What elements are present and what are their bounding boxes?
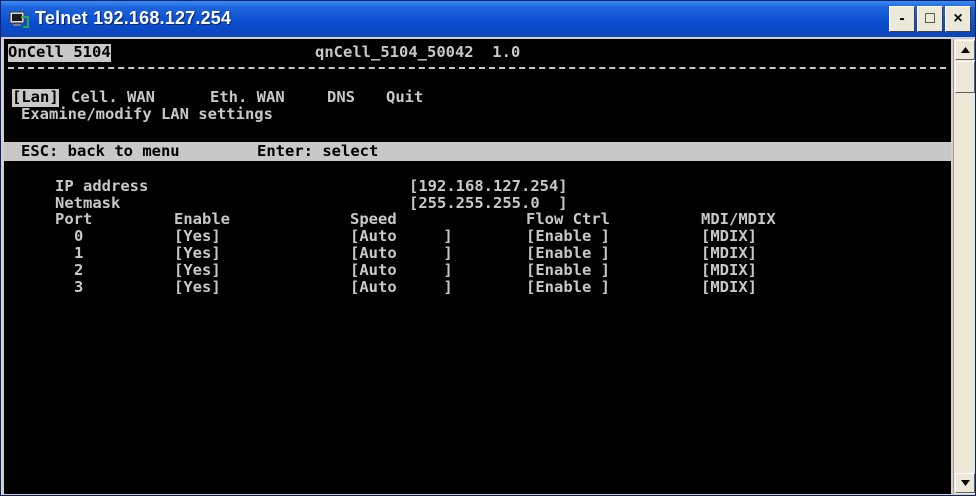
port-number: 2 [74,261,84,279]
telnet-app-icon [9,11,29,28]
menu-item-lan[interactable]: [Lan] [12,88,59,107]
port-flow-ctrl-field[interactable]: [Enable ] [526,244,610,263]
port-flow-ctrl-field[interactable]: [Enable ] [526,227,610,246]
port-number: 3 [74,278,84,296]
col-header-flow-ctrl: Flow Ctrl [526,210,610,228]
col-header-enable: Enable [174,210,230,228]
terminal-screen[interactable]: OnCell 5104 qnCell_5104_50042 1.0 [Lan] … [4,39,951,494]
port-number: 1 [74,244,84,262]
menu-item-dns[interactable]: DNS [327,88,355,107]
title-bar[interactable]: Telnet 192.168.127.254 - □ × [1,1,975,37]
port-enable-field[interactable]: [Yes] [174,278,221,297]
port-enable-field[interactable]: [Yes] [174,244,221,263]
key-hint-bar: ESC: back to menu Enter: select [4,142,951,161]
port-mdi-field[interactable]: [MDIX] [701,261,757,280]
vertical-scrollbar[interactable] [953,39,975,494]
scroll-up-button[interactable] [955,40,975,60]
menu-item-eth-wan[interactable]: Eth. WAN [210,88,285,107]
port-enable-field[interactable]: [Yes] [174,227,221,246]
port-flow-ctrl-field[interactable]: [Enable ] [526,278,610,297]
col-header-speed: Speed [350,210,397,228]
arrow-up-icon [960,47,970,53]
telnet-window: Telnet 192.168.127.254 - □ × OnCell 5104… [0,0,976,496]
close-button[interactable]: × [945,6,971,32]
port-mdi-field[interactable]: [MDIX] [701,244,757,263]
window-title: Telnet 192.168.127.254 [35,8,232,28]
port-number: 0 [74,227,84,245]
port-mdi-field[interactable]: [MDIX] [701,227,757,246]
menu-item-cell-wan[interactable]: Cell. WAN [71,88,155,107]
port-flow-ctrl-field[interactable]: [Enable ] [526,261,610,280]
menu-item-quit[interactable]: Quit [386,88,423,107]
col-header-port: Port [55,210,93,228]
maximize-button[interactable]: □ [917,6,943,32]
window-controls: - □ × [889,6,971,32]
ip-address-label: IP address [55,177,149,195]
esc-hint: ESC: back to menu [21,142,180,160]
device-name: OnCell 5104 [8,43,111,62]
port-speed-field[interactable]: [Auto ] [350,227,453,246]
col-header-mdi-mdix: MDI/MDIX [701,210,776,228]
minimize-button[interactable]: - [889,6,915,32]
port-enable-field[interactable]: [Yes] [174,261,221,280]
port-speed-field[interactable]: [Auto ] [350,278,453,297]
scroll-down-button[interactable] [955,473,975,493]
menu-description: Examine/modify LAN settings [21,105,273,123]
device-model-line: qnCell_5104_50042 1.0 [315,43,521,61]
scroll-thumb[interactable] [955,61,975,93]
header-divider [8,67,946,69]
port-speed-field[interactable]: [Auto ] [350,261,453,280]
arrow-down-icon [960,480,970,486]
port-mdi-field[interactable]: [MDIX] [701,278,757,297]
ip-address-field[interactable]: [192.168.127.254] [409,177,568,196]
port-speed-field[interactable]: [Auto ] [350,244,453,263]
enter-hint: Enter: select [257,142,379,160]
